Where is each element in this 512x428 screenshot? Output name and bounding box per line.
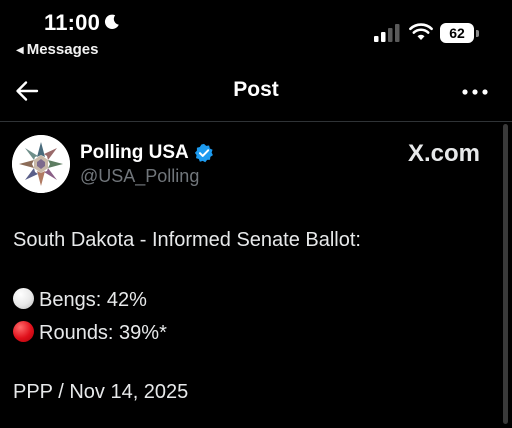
author-handle[interactable]: @USA_Polling <box>80 166 199 187</box>
more-options-icon[interactable] <box>458 80 492 104</box>
post-result-line: Rounds: 39%* <box>13 321 167 345</box>
post-result-line: Bengs: 42% <box>13 288 147 312</box>
white-circle-icon <box>13 288 34 309</box>
author-display-name[interactable]: Polling USA <box>80 142 189 164</box>
wifi-icon <box>409 23 433 40</box>
post-result-text: Bengs: 42% <box>39 289 147 311</box>
source-label: X.com <box>408 140 481 167</box>
post-source-line: PPP / Nov 14, 2025 <box>13 381 189 403</box>
scrollbar[interactable] <box>503 124 508 424</box>
nav-divider <box>0 121 512 122</box>
cellular-signal-icon <box>374 24 400 42</box>
red-circle-icon <box>13 321 34 342</box>
polling-usa-logo <box>12 135 70 193</box>
battery-icon: 62 <box>440 23 480 45</box>
verified-badge-icon <box>194 143 213 163</box>
moon-icon <box>104 14 119 29</box>
status-time: 11:00 <box>44 10 101 35</box>
post-result-text: Rounds: 39%* <box>39 322 167 344</box>
post-text-line: South Dakota - Informed Senate Ballot: <box>13 229 361 251</box>
back-triangle-icon: ◀ <box>16 45 24 56</box>
battery-percent: 62 <box>440 23 474 43</box>
back-app-label: Messages <box>26 41 99 58</box>
page-title: Post <box>233 78 279 101</box>
back-to-app-link[interactable]: ◀ Messages <box>16 41 98 58</box>
avatar[interactable] <box>12 135 70 193</box>
battery-nub <box>476 30 479 37</box>
